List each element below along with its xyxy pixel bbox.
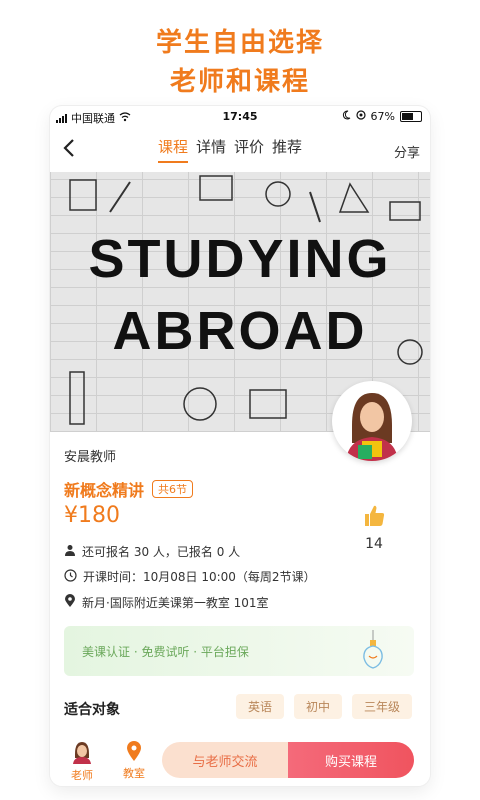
banner-text-line-1: STUDYING — [88, 229, 392, 289]
sessions-badge: 共6节 — [152, 480, 194, 498]
tab-course[interactable]: 课程 — [158, 136, 189, 163]
course-price: ¥180 — [64, 503, 120, 528]
back-button[interactable] — [58, 136, 82, 160]
audience-label: 适合对象 — [64, 702, 120, 718]
thumbs-up-icon — [365, 505, 385, 526]
status-bar: 中国联通 17:45 67% — [50, 106, 430, 128]
headline-line-2: 老师和课程 — [169, 67, 310, 97]
bottom-action-bar: 老师 教室 与老师交流 购买课程 — [50, 736, 430, 786]
like-button[interactable] — [354, 502, 394, 532]
tab-reviews[interactable]: 评价 — [234, 136, 264, 163]
teacher-shortcut[interactable]: 老师 — [62, 740, 102, 783]
like-count: 14 — [365, 536, 383, 552]
moon-icon — [342, 110, 351, 123]
classroom-shortcut[interactable]: 教室 — [114, 740, 154, 781]
tab-recommend[interactable]: 推荐 — [272, 136, 302, 163]
buy-course-button[interactable]: 购买课程 — [288, 742, 414, 778]
teacher-avatar-icon — [73, 742, 91, 764]
audience-tag: 英语 — [235, 694, 284, 719]
location-lock-icon — [355, 110, 366, 123]
audience-tags: 英语 初中 三年级 — [235, 694, 412, 719]
location-pin-icon — [64, 594, 76, 611]
banner-text-line-2: ABROAD — [112, 301, 368, 361]
teacher-name[interactable]: 安晨教师 — [64, 446, 116, 465]
clock-icon — [64, 568, 77, 585]
teacher-shortcut-label: 老师 — [71, 769, 93, 782]
guarantee-banner: 美课认证 · 免费试听 · 平台担保 — [64, 626, 414, 676]
battery-icon — [400, 111, 422, 122]
location-marker-icon — [127, 741, 141, 761]
battery-percent: 67% — [370, 110, 395, 123]
top-nav: 课程 详情 评价 推荐 分享 — [50, 128, 430, 173]
course-title: 新概念精讲 — [64, 481, 145, 500]
person-icon — [64, 544, 76, 559]
phone-screen: 中国联通 17:45 67% 课程 详情 评价 推荐 分享 STUDYING A… — [50, 106, 430, 786]
teacher-avatar[interactable] — [332, 381, 412, 461]
enrollment-text: 还可报名 30 人，已报名 0 人 — [82, 545, 241, 559]
guarantee-text: 美课认证 · 免费试听 · 平台担保 — [82, 645, 249, 659]
tab-details[interactable]: 详情 — [196, 136, 226, 163]
chevron-left-icon — [63, 139, 74, 157]
location-text[interactable]: 新月·国际附近美课第一教室 101室 — [82, 594, 269, 611]
audience-tag: 三年级 — [351, 694, 412, 719]
audience-tag: 初中 — [293, 694, 342, 719]
start-time-text: 开课时间：10月08日 10:00（每周2节课） — [83, 570, 316, 584]
headline-line-1: 学生自由选择 — [155, 28, 324, 58]
lightbulb-icon — [363, 630, 383, 669]
share-button[interactable]: 分享 — [394, 142, 420, 161]
tab-bar: 课程 详情 评价 推荐 — [158, 136, 302, 163]
classroom-shortcut-label: 教室 — [123, 767, 145, 780]
chat-with-teacher-button[interactable]: 与老师交流 — [162, 742, 288, 778]
